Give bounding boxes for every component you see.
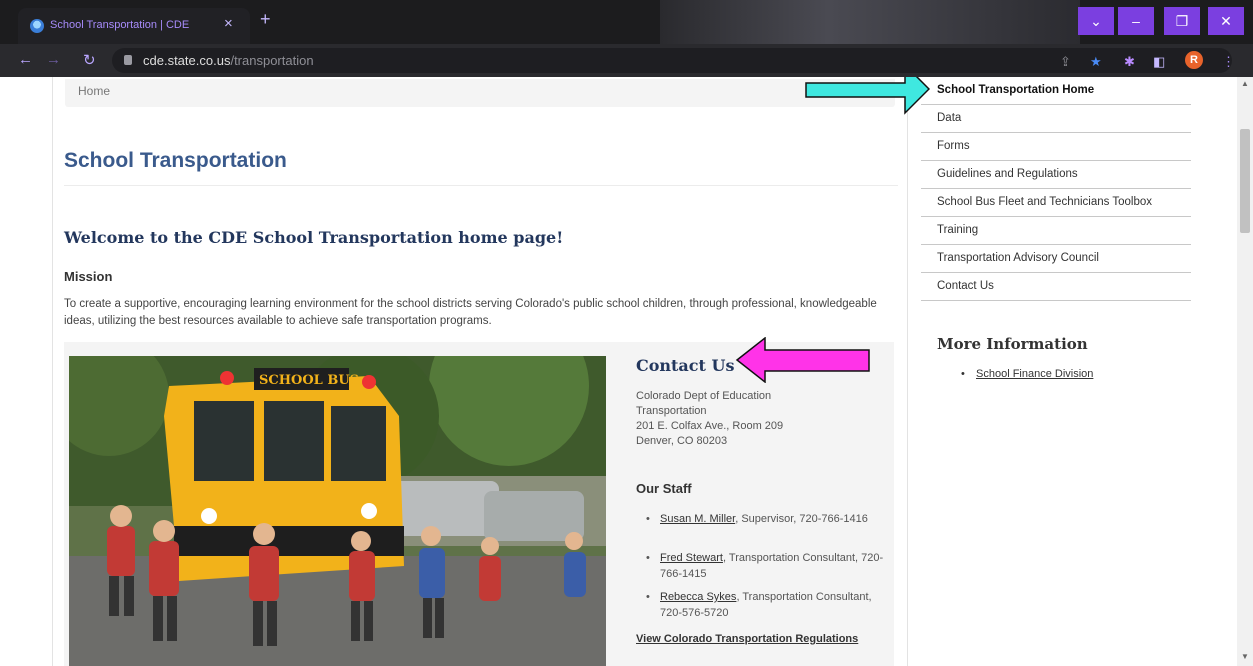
address-line: Denver, CO 80203 (636, 435, 728, 447)
sidebar-item-forms[interactable]: Forms (921, 133, 1191, 161)
bullet: • (961, 368, 965, 380)
feature-box: SCHOOL BUS Contact Us Colorado Dept of E… (64, 342, 894, 666)
bullet: • (646, 552, 650, 564)
browser-tab[interactable]: School Transportation | CDE × (18, 8, 250, 44)
favicon-icon (30, 19, 44, 33)
address-line: Transportation (636, 405, 707, 417)
reload-icon[interactable]: ↻ (83, 51, 96, 69)
scroll-down-icon[interactable]: ▼ (1241, 652, 1249, 661)
titlebar-background (660, 0, 1080, 44)
staff-detail: , Supervisor, 720-766-1416 (735, 513, 868, 525)
sidebar-item-advisory-council[interactable]: Transportation Advisory Council (921, 245, 1191, 273)
bullet: • (646, 513, 650, 525)
close-icon[interactable]: × (224, 15, 233, 32)
bullet: • (646, 591, 650, 603)
regulations-link[interactable]: View Colorado Transportation Regulations (636, 633, 858, 645)
address-bar[interactable]: cde.state.co.us/transportation ⇪ ★ ✱ ◧ R… (112, 48, 1235, 73)
staff-link[interactable]: Rebecca Sykes (660, 591, 736, 603)
sidebar-item-home[interactable]: School Transportation Home (921, 77, 1191, 105)
web-page: Home School Transportation Welcome to th… (0, 77, 1253, 666)
share-icon[interactable]: ⇪ (1060, 54, 1071, 70)
sidebar-item-training[interactable]: Training (921, 217, 1191, 245)
sidebar-item-guidelines[interactable]: Guidelines and Regulations (921, 161, 1191, 189)
tab-title: School Transportation | CDE (50, 19, 190, 31)
staff-item: • Rebecca Sykes, Transportation Consulta… (646, 589, 892, 621)
scrollbar[interactable]: ▲ ▼ (1237, 77, 1253, 666)
welcome-heading: Welcome to the CDE School Transportation… (64, 228, 564, 247)
magenta-arrow-annotation (735, 337, 870, 383)
address-line: 201 E. Colfax Ave., Room 209 (636, 420, 784, 432)
restore-icon[interactable]: ❐ (1164, 7, 1200, 35)
url-text[interactable]: cde.state.co.us/transportation (143, 53, 314, 68)
staff-heading: Our Staff (636, 481, 692, 496)
more-info-heading: More Information (937, 335, 1088, 353)
scroll-thumb[interactable] (1240, 129, 1250, 233)
sidebar-item-toolbox[interactable]: School Bus Fleet and Technicians Toolbox (921, 189, 1191, 217)
star-icon[interactable]: ★ (1090, 54, 1102, 70)
address-line: Colorado Dept of Education (636, 390, 772, 402)
staff-link[interactable]: Fred Stewart (660, 552, 723, 564)
browser-titlebar: School Transportation | CDE × + ⌄ – ❐ ✕ (0, 0, 1253, 44)
browser-toolbar: ← → ↻ cde.state.co.us/transportation ⇪ ★… (0, 44, 1253, 77)
staff-item: • Susan M. Miller, Supervisor, 720-766-1… (646, 511, 892, 527)
menu-icon[interactable]: ⋮ (1222, 54, 1235, 70)
staff-item: • Fred Stewart, Transportation Consultan… (646, 550, 892, 582)
breadcrumb: Home (65, 79, 895, 107)
lock-icon[interactable] (124, 55, 132, 65)
bus-sign: SCHOOL BUS (259, 373, 359, 388)
window-close-icon[interactable]: ✕ (1208, 7, 1244, 35)
chevron-down-icon[interactable]: ⌄ (1078, 7, 1114, 35)
staff-link[interactable]: Susan M. Miller (660, 513, 735, 525)
sidebar-item-contact[interactable]: Contact Us (921, 273, 1191, 301)
minimize-icon[interactable]: – (1118, 7, 1154, 35)
cyan-arrow-annotation (805, 77, 930, 115)
forward-icon[interactable]: → (46, 51, 61, 68)
scroll-up-icon[interactable]: ▲ (1241, 79, 1249, 88)
plus-icon[interactable]: + (260, 9, 271, 30)
extensions-icon[interactable]: ✱ (1124, 54, 1135, 70)
divider (64, 185, 898, 186)
avatar[interactable]: R (1185, 51, 1203, 69)
back-icon[interactable]: ← (18, 51, 33, 68)
sidebar-item-data[interactable]: Data (921, 105, 1191, 133)
school-bus-illustration: SCHOOL BUS (69, 356, 606, 666)
contact-heading: Contact Us (636, 356, 735, 375)
mission-text: To create a supportive, encouraging lear… (64, 298, 877, 327)
mission-heading: Mission (64, 269, 113, 284)
sidepanel-icon[interactable]: ◧ (1153, 54, 1165, 70)
page-title: School Transportation (64, 149, 287, 172)
school-finance-link[interactable]: School Finance Division (976, 368, 1093, 380)
school-bus-photo: SCHOOL BUS (69, 356, 606, 666)
breadcrumb-home-link[interactable]: Home (78, 84, 110, 98)
